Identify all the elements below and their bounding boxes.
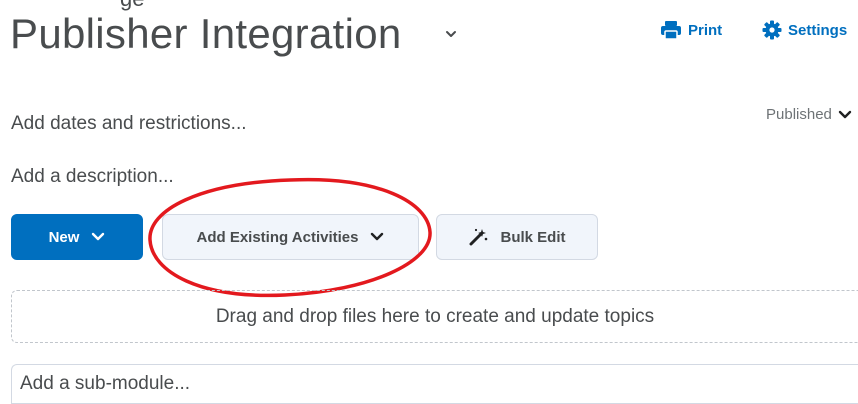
printer-icon <box>661 21 681 40</box>
magic-wand-icon <box>469 228 488 246</box>
print-button[interactable]: Print <box>660 20 722 40</box>
add-submodule-input[interactable]: Add a sub-module... <box>11 364 858 404</box>
add-existing-activities-button[interactable]: Add Existing Activities <box>162 214 419 260</box>
settings-button[interactable]: Settings <box>762 20 847 40</box>
chevron-down-icon <box>838 110 852 118</box>
add-description-link[interactable]: Add a description... <box>11 166 174 188</box>
dropzone-text: Drag and drop files here to create and u… <box>215 305 655 327</box>
chevron-down-icon <box>92 232 105 241</box>
bulk-edit-button[interactable]: Bulk Edit <box>436 214 598 260</box>
publish-status-dropdown[interactable]: Published <box>766 106 852 123</box>
chevron-down-icon <box>371 232 384 241</box>
gear-icon <box>762 20 782 40</box>
file-dropzone[interactable]: Drag and drop files here to create and u… <box>11 290 858 343</box>
add-dates-restrictions-link[interactable]: Add dates and restrictions... <box>11 113 247 135</box>
settings-label: Settings <box>788 21 848 39</box>
new-button[interactable]: New <box>11 214 143 260</box>
title-chevron-down-icon[interactable] <box>444 27 458 41</box>
add-submodule-placeholder: Add a sub-module... <box>20 373 191 394</box>
page-title: Publisher Integration <box>10 10 402 57</box>
publish-status-label: Published <box>766 106 832 123</box>
add-existing-activities-label: Add Existing Activities <box>196 228 359 246</box>
bulk-edit-label: Bulk Edit <box>500 228 566 246</box>
new-button-label: New <box>48 228 80 246</box>
print-label: Print <box>688 21 723 39</box>
